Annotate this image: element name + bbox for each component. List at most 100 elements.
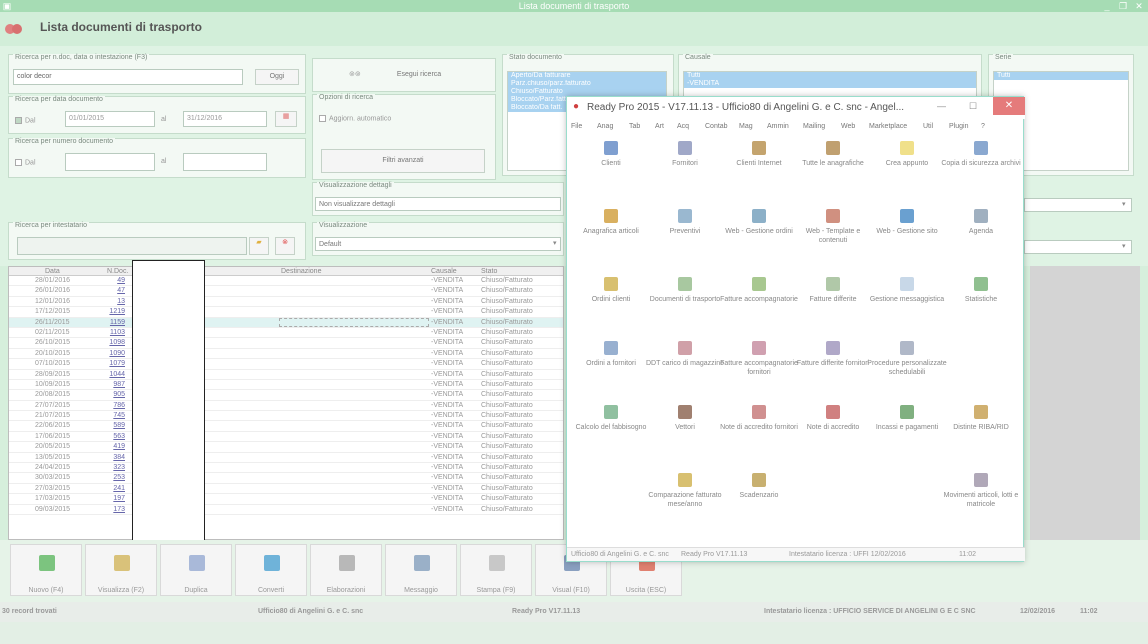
toolbar-button-2[interactable]: Duplica <box>160 544 232 596</box>
cell-ndoc[interactable]: 197 <box>113 495 125 502</box>
popup-item[interactable]: Fatture accompagnatorie <box>719 277 799 304</box>
popup-item[interactable]: Copia di sicurezza archivi <box>941 141 1021 168</box>
cell-ndoc[interactable]: 419 <box>113 443 125 450</box>
table-row[interactable]: 17/06/2015 563 -VENDITA Chiuso/Fatturato <box>9 432 563 443</box>
right-combo-2[interactable] <box>1024 240 1132 254</box>
cell-ndoc[interactable]: 1044 <box>109 371 125 378</box>
toolbar-button-6[interactable]: Stampa (F9) <box>460 544 532 596</box>
num-from-input[interactable] <box>65 153 155 171</box>
table-row[interactable]: 27/03/2015 241 -VENDITA Chiuso/Fatturato <box>9 484 563 495</box>
cell-ndoc[interactable]: 173 <box>113 506 125 513</box>
oggi-button[interactable]: Oggi <box>255 69 299 85</box>
popup-item[interactable]: Fatture accompagnatorie fornitori <box>719 341 799 377</box>
cell-ndoc[interactable]: 1079 <box>109 360 125 367</box>
ready-pro-popup[interactable]: ● Ready Pro 2015 - V17.11.13 - Ufficio80… <box>566 96 1025 562</box>
col-data[interactable]: Data <box>45 268 60 275</box>
chevron-down-icon-right-1[interactable]: ▾ <box>1122 200 1126 208</box>
popup-item[interactable]: DDT carico di magazzino <box>645 341 725 368</box>
col-causale[interactable]: Causale <box>431 268 457 275</box>
serie-item[interactable]: Tutti <box>994 72 1128 80</box>
cell-ndoc[interactable]: 241 <box>113 485 125 492</box>
table-row[interactable]: 26/10/2015 1098 -VENDITA Chiuso/Fatturato <box>9 338 563 349</box>
cell-ndoc[interactable]: 253 <box>113 474 125 481</box>
minimize-icon[interactable]: _ <box>1100 0 1114 12</box>
causale-item[interactable]: Tutti <box>684 72 976 80</box>
popup-menu-item[interactable]: Plugin <box>949 123 968 130</box>
table-row[interactable]: 20/08/2015 905 -VENDITA Chiuso/Fatturato <box>9 390 563 401</box>
status-item[interactable]: Aperto/Da fatturare <box>508 72 666 80</box>
popup-menu-item[interactable]: Anag <box>597 123 613 130</box>
cell-ndoc[interactable]: 1103 <box>110 329 125 336</box>
cell-ndoc[interactable]: 987 <box>113 381 125 388</box>
holder-input[interactable] <box>17 237 247 255</box>
popup-menu-item[interactable]: Marketplace <box>869 123 907 130</box>
popup-menu-item[interactable]: Util <box>923 123 933 130</box>
toolbar-button-3[interactable]: Converti <box>235 544 307 596</box>
popup-item[interactable]: Web - Gestione sito <box>867 209 947 236</box>
popup-item[interactable]: Ordini clienti <box>571 277 651 304</box>
toolbar-button-0[interactable]: Nuovo (F4) <box>10 544 82 596</box>
table-row[interactable]: 13/05/2015 384 -VENDITA Chiuso/Fatturato <box>9 453 563 464</box>
popup-item[interactable]: Vettori <box>645 405 725 432</box>
popup-item[interactable]: Fatture differite <box>793 277 873 304</box>
popup-menu-item[interactable]: Ammin <box>767 123 789 130</box>
popup-item[interactable]: Comparazione fatturato mese/anno <box>645 473 725 509</box>
calendar-icon[interactable]: ▦ <box>275 111 297 127</box>
popup-minimize-icon[interactable]: — <box>937 101 946 111</box>
col-stato[interactable]: Stato <box>481 268 497 275</box>
popup-item[interactable]: Crea appunto <box>867 141 947 168</box>
cell-ndoc[interactable]: 905 <box>113 391 125 398</box>
table-row[interactable]: 07/10/2015 1079 -VENDITA Chiuso/Fatturato <box>9 359 563 370</box>
toolbar-button-1[interactable]: Visualizza (F2) <box>85 544 157 596</box>
cell-ndoc[interactable]: 1159 <box>110 319 125 326</box>
popup-item[interactable]: Movimenti articoli, lotti e matricole <box>941 473 1021 509</box>
num-dal-checkbox[interactable]: Dal <box>15 159 36 166</box>
table-row[interactable]: 17/12/2015 1219 -VENDITA Chiuso/Fatturato <box>9 307 563 318</box>
cell-ndoc[interactable]: 1219 <box>109 308 125 315</box>
cell-ndoc[interactable]: 47 <box>117 287 125 294</box>
popup-item[interactable]: Web - Gestione ordini <box>719 209 799 236</box>
chevron-down-icon[interactable]: ▾ <box>553 239 557 247</box>
popup-item[interactable]: Fatture differite fornitori <box>793 341 873 368</box>
view-select[interactable]: Default <box>315 237 561 251</box>
popup-menu-item[interactable]: Tab <box>629 123 640 130</box>
popup-menu-item[interactable]: Mailing <box>803 123 825 130</box>
table-row[interactable]: 12/01/2016 13 -VENDITA Chiuso/Fatturato <box>9 297 563 308</box>
table-row[interactable]: 02/11/2015 1103 -VENDITA Chiuso/Fatturato <box>9 328 563 339</box>
documents-table[interactable]: Data N.Doc. Destinazione Causale Stato 2… <box>8 266 564 540</box>
cell-ndoc[interactable]: 1098 <box>109 339 125 346</box>
status-item[interactable]: Parz.chiuso/parz.fatturato <box>508 80 666 88</box>
cell-ndoc[interactable]: 323 <box>113 464 125 471</box>
col-destinazione[interactable]: Destinazione <box>281 268 321 275</box>
table-row[interactable]: 28/09/2015 1044 -VENDITA Chiuso/Fatturato <box>9 370 563 380</box>
advanced-filters-button[interactable]: Filtri avanzati <box>321 149 485 173</box>
cell-ndoc[interactable]: 49 <box>117 277 125 284</box>
chevron-down-icon-right-2[interactable]: ▾ <box>1122 242 1126 250</box>
popup-item[interactable]: Incassi e pagamenti <box>867 405 947 432</box>
popup-item[interactable]: Note di accredito <box>793 405 873 432</box>
clear-icon[interactable]: ⊗ <box>275 237 295 255</box>
popup-item[interactable]: Clienti <box>571 141 651 168</box>
table-row[interactable]: 20/05/2015 419 -VENDITA Chiuso/Fatturato <box>9 442 563 453</box>
popup-item[interactable]: Statistiche <box>941 277 1021 304</box>
causale-item[interactable]: -VENDITA <box>684 80 976 88</box>
detail-view-select[interactable]: Non visualizzare dettagli <box>315 197 561 211</box>
close-icon[interactable]: ✕ <box>1132 0 1146 12</box>
cell-ndoc[interactable]: 13 <box>117 298 125 305</box>
cell-ndoc[interactable]: 589 <box>113 422 125 429</box>
search-input[interactable]: color decor <box>13 69 243 85</box>
cell-ndoc[interactable]: 786 <box>113 402 125 409</box>
cell-ndoc[interactable]: 384 <box>113 454 125 461</box>
popup-item[interactable]: Distinte RIBA/RID <box>941 405 1021 432</box>
right-combo-1[interactable] <box>1024 198 1132 212</box>
toolbar-button-5[interactable]: Messaggio <box>385 544 457 596</box>
table-row[interactable]: 26/11/2015 1159 -VENDITA Chiuso/Fatturato <box>9 317 563 328</box>
popup-close-icon[interactable]: ✕ <box>993 97 1025 115</box>
cell-ndoc[interactable]: 745 <box>113 412 125 419</box>
cell-ndoc[interactable]: 1090 <box>109 350 125 357</box>
table-row[interactable]: 21/07/2015 745 -VENDITA Chiuso/Fatturato <box>9 411 563 422</box>
popup-item[interactable]: Fornitori <box>645 141 725 168</box>
table-row[interactable]: 26/01/2016 47 -VENDITA Chiuso/Fatturato <box>9 286 563 297</box>
table-row[interactable]: 30/03/2015 253 -VENDITA Chiuso/Fatturato <box>9 473 563 484</box>
popup-item[interactable]: Web - Template e contenuti <box>793 209 873 245</box>
